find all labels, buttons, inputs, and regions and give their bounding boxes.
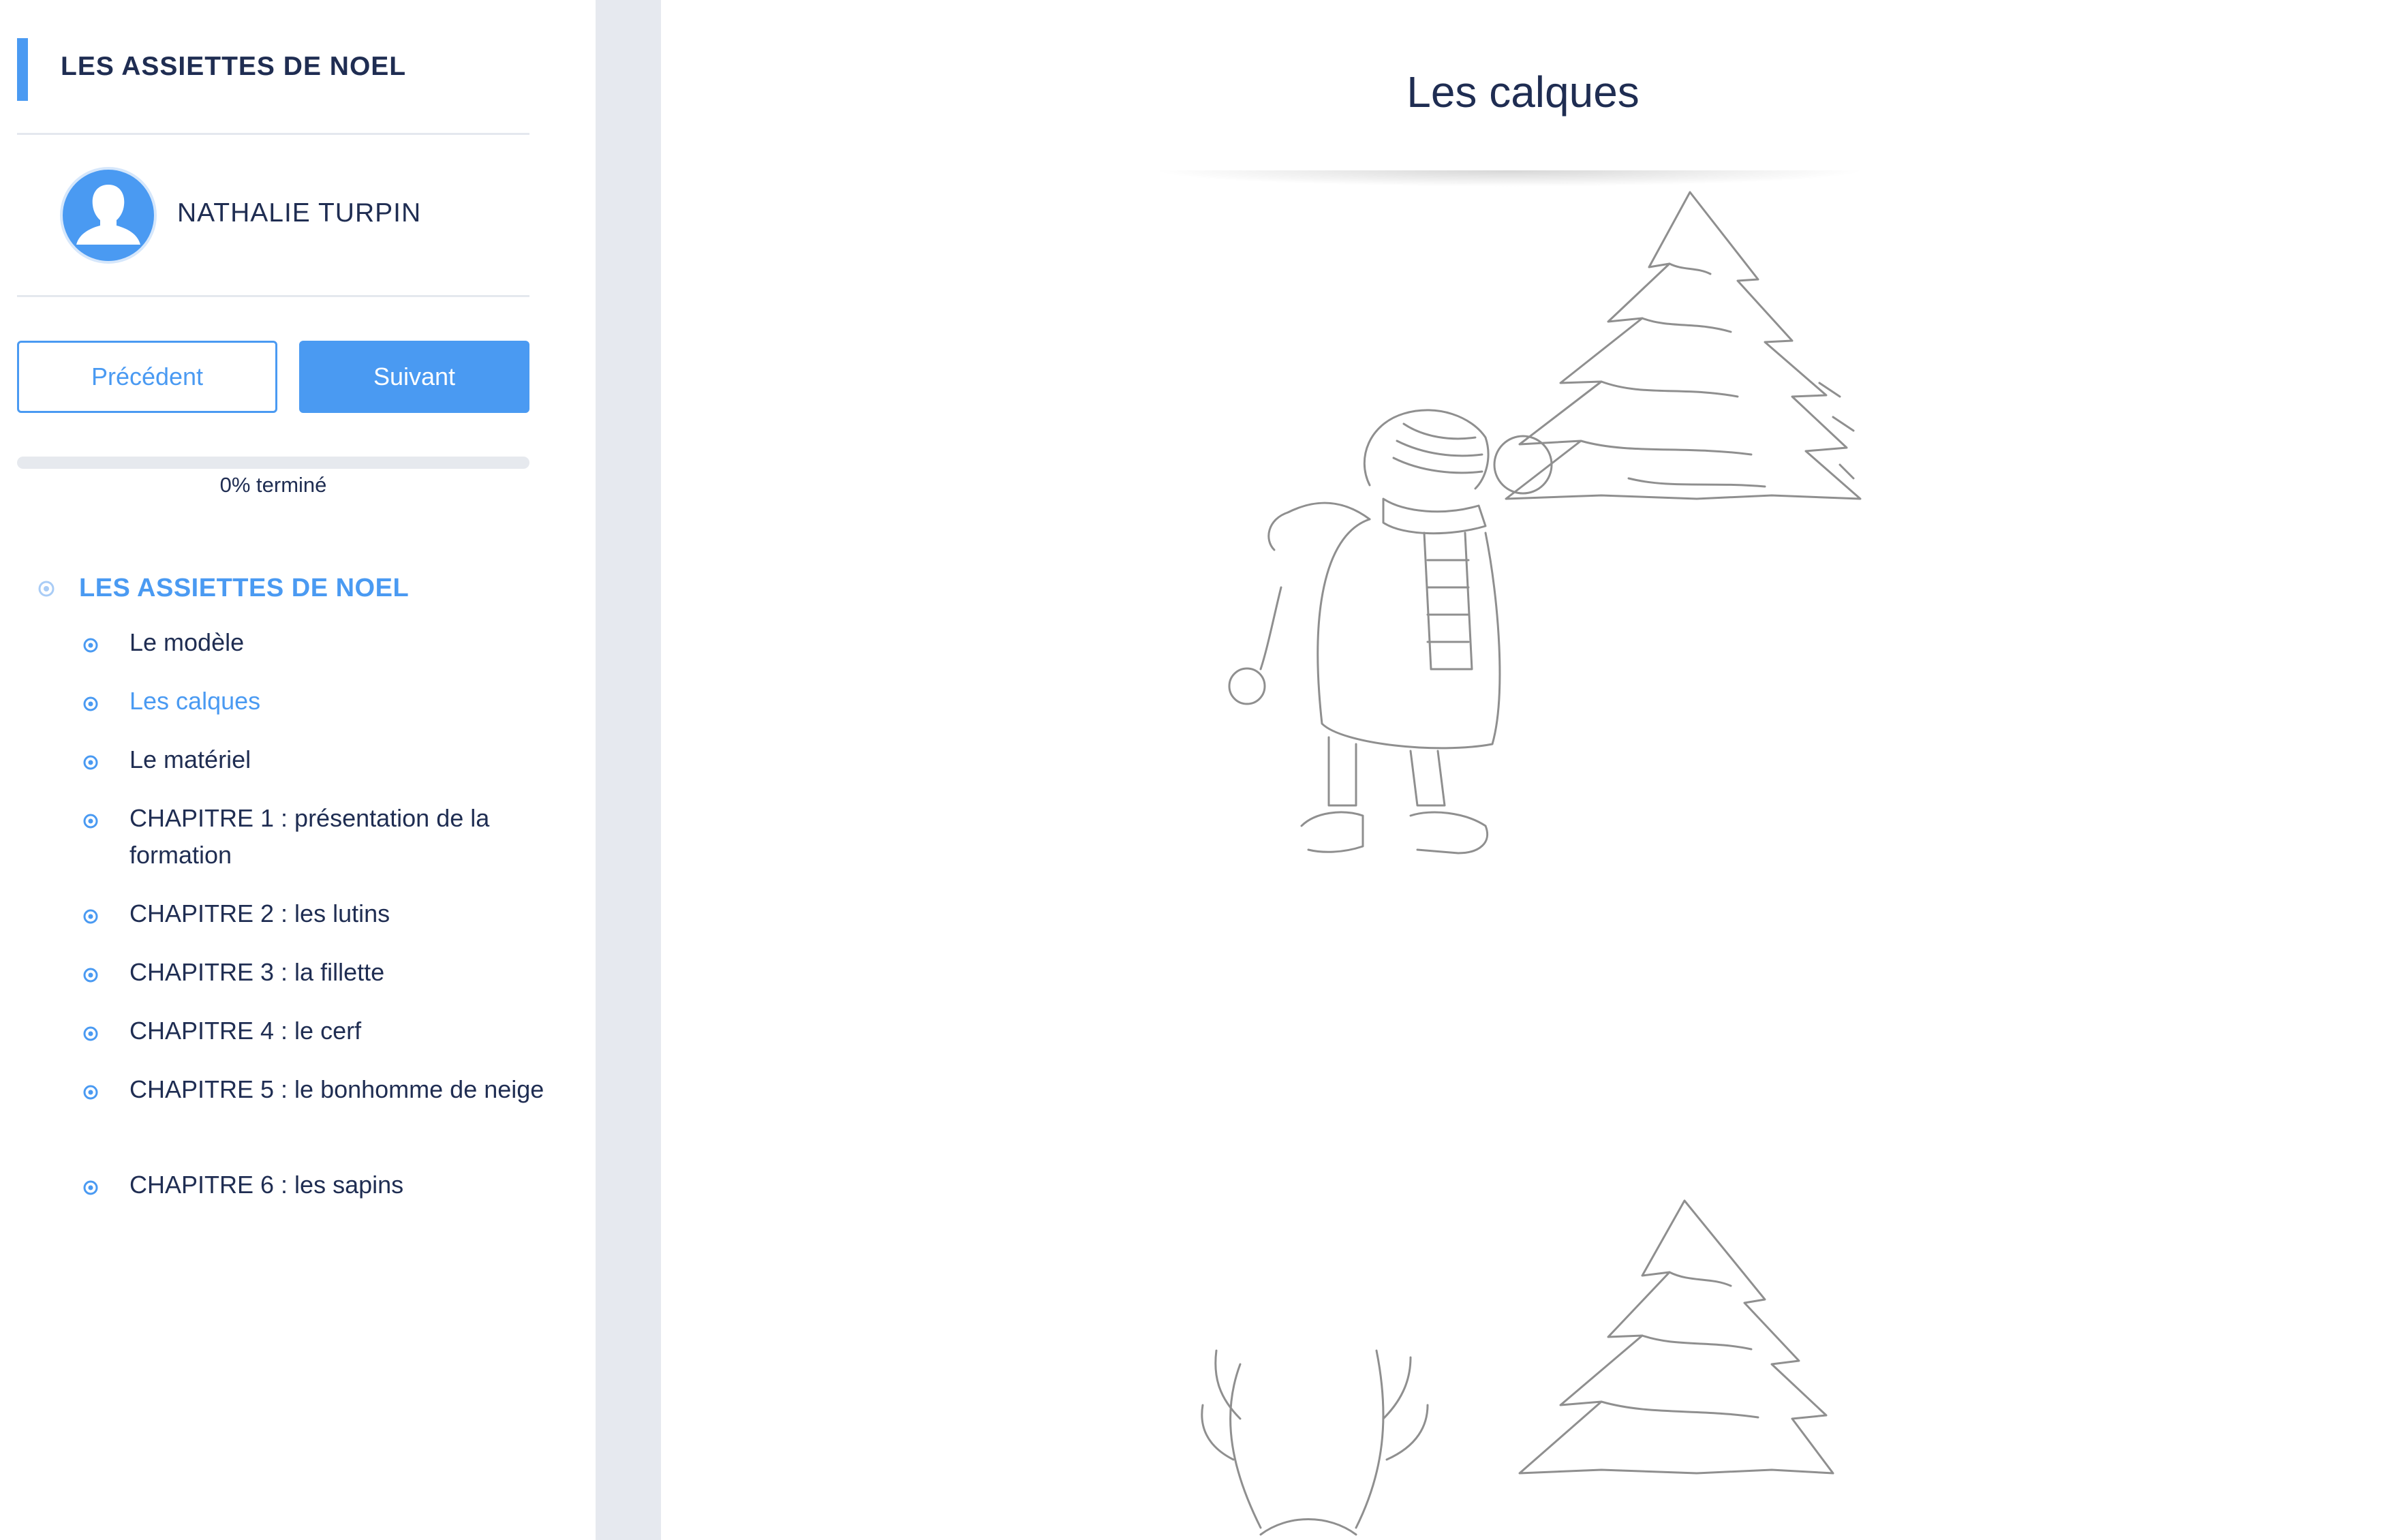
page-title: Les calques	[1406, 67, 1640, 117]
deer-drawing	[1201, 1349, 1429, 1536]
sidebar: LES ASSIETTES DE NOEL NATHALIE TURPIN Pr…	[0, 0, 596, 1540]
user-silhouette-icon	[76, 185, 140, 245]
accent-bar	[17, 38, 28, 101]
bullet-circle-icon	[83, 909, 98, 927]
bullet-circle-icon	[83, 638, 98, 656]
progress-bar	[17, 457, 529, 469]
tree-drawing	[1505, 191, 1862, 500]
user-profile: NATHALIE TURPIN	[60, 167, 530, 264]
content-area: Les calques	[661, 0, 2385, 1540]
nav-item-label: CHAPITRE 5 : le bonhomme de neige	[129, 1075, 544, 1103]
bullet-circle-icon	[38, 581, 55, 600]
user-name: NATHALIE TURPIN	[177, 198, 422, 228]
nav-item-label: CHAPITRE 6 : les sapins	[129, 1171, 404, 1199]
nav-item-label: CHAPITRE 1 : présentation de la formatio…	[129, 804, 490, 869]
sidebar-gutter	[596, 0, 661, 1540]
nav-section[interactable]: LES ASSIETTES DE NOEL	[35, 566, 581, 606]
nav-item-label: CHAPITRE 2 : les lutins	[129, 899, 390, 927]
bullet-circle-icon	[83, 1085, 98, 1103]
nav-item-label: Le matériel	[129, 745, 251, 773]
bullet-circle-icon	[83, 755, 98, 773]
nav-item-label: Le modèle	[129, 628, 245, 656]
next-button[interactable]: Suivant	[299, 341, 529, 413]
avatar	[60, 167, 157, 264]
bullet-circle-icon	[83, 696, 98, 715]
bullet-circle-icon	[83, 1180, 98, 1199]
previous-button[interactable]: Précédent	[17, 341, 277, 413]
divider	[17, 133, 529, 135]
progress-label: 0% terminé	[219, 473, 327, 497]
bullet-circle-icon	[83, 1026, 98, 1045]
nav-item-label: CHAPITRE 3 : la fillette	[129, 958, 385, 986]
course-header: LES ASSIETTES DE NOEL	[17, 38, 529, 101]
nav-section-label: LES ASSIETTES DE NOEL	[79, 574, 410, 602]
nav-item-label: CHAPITRE 4 : le cerf	[129, 1017, 362, 1045]
nav-item-label: Les calques	[129, 687, 261, 715]
pencil-sketch-image	[1201, 191, 1862, 1536]
course-title[interactable]: LES ASSIETTES DE NOEL	[61, 52, 406, 82]
bullet-circle-icon	[83, 968, 98, 986]
child-drawing	[1228, 409, 1553, 854]
divider	[17, 295, 529, 297]
bullet-circle-icon	[83, 814, 98, 832]
tree-drawing	[1518, 1199, 1834, 1475]
